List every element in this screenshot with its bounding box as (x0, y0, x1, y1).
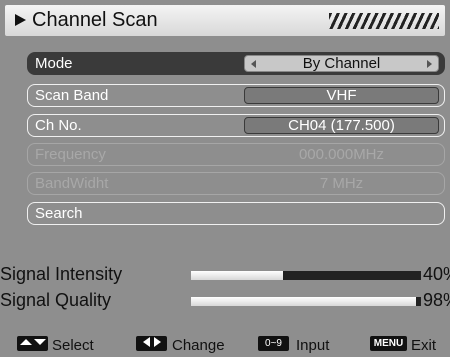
ch-no-value[interactable]: CH04 (177.500) (244, 117, 439, 134)
select-hint: Select (52, 337, 94, 354)
title-bar: Channel Scan (5, 5, 445, 36)
menu-item-bandwidth: BandWidht 7 MHz (27, 172, 445, 195)
menu-item-frequency: Frequency 000.000MHz (27, 143, 445, 166)
scan-band-label: Scan Band (35, 87, 109, 104)
signal-quality-bar (191, 297, 421, 306)
title-arrow-icon (15, 14, 26, 26)
signal-quality-value: 98% (423, 290, 450, 310)
arrow-right-icon[interactable] (427, 60, 432, 68)
signal-intensity-label: Signal Intensity (0, 264, 123, 284)
title-decoration-stripes (329, 13, 439, 29)
page-title: Channel Scan (32, 9, 158, 31)
search-label: Search (35, 205, 83, 222)
frequency-value: 000.000MHz (298, 146, 385, 163)
bandwidth-value: 7 MHz (319, 175, 364, 192)
signal-quality-label: Signal Quality (0, 290, 112, 310)
exit-hint: Exit (411, 337, 437, 354)
mode-label: Mode (35, 55, 73, 72)
menu-item-mode[interactable]: Mode By Channel (27, 52, 445, 75)
signal-intensity-bar (191, 271, 421, 280)
arrow-left-icon[interactable] (251, 60, 256, 68)
signal-quality-fill (191, 297, 417, 306)
signal-intensity-value: 40% (423, 264, 450, 284)
scan-band-value[interactable]: VHF (244, 87, 439, 104)
mode-value: By Channel (302, 55, 381, 72)
channel-scan-screen: Channel Scan Mode By Channel Scan Band V… (0, 0, 450, 357)
mode-selector[interactable]: By Channel (244, 55, 439, 72)
menu-item-ch-no[interactable]: Ch No. CH04 (177.500) (27, 114, 445, 137)
bandwidth-label: BandWidht (35, 175, 109, 192)
key-help-bar: Select Change 0~9 Input MENU Exit (0, 331, 450, 357)
menu-item-search[interactable]: Search (27, 202, 445, 225)
number-key-icon: 0~9 (258, 336, 289, 351)
input-hint: Input (296, 337, 330, 354)
menu-item-scan-band[interactable]: Scan Band VHF (27, 84, 445, 107)
frequency-label: Frequency (35, 146, 106, 163)
signal-intensity-fill (191, 271, 283, 280)
ch-no-label: Ch No. (35, 117, 82, 134)
menu-key-icon: MENU (370, 336, 407, 351)
change-hint: Change (172, 337, 225, 354)
up-down-key-icon (17, 336, 48, 351)
left-right-key-icon (136, 336, 167, 351)
